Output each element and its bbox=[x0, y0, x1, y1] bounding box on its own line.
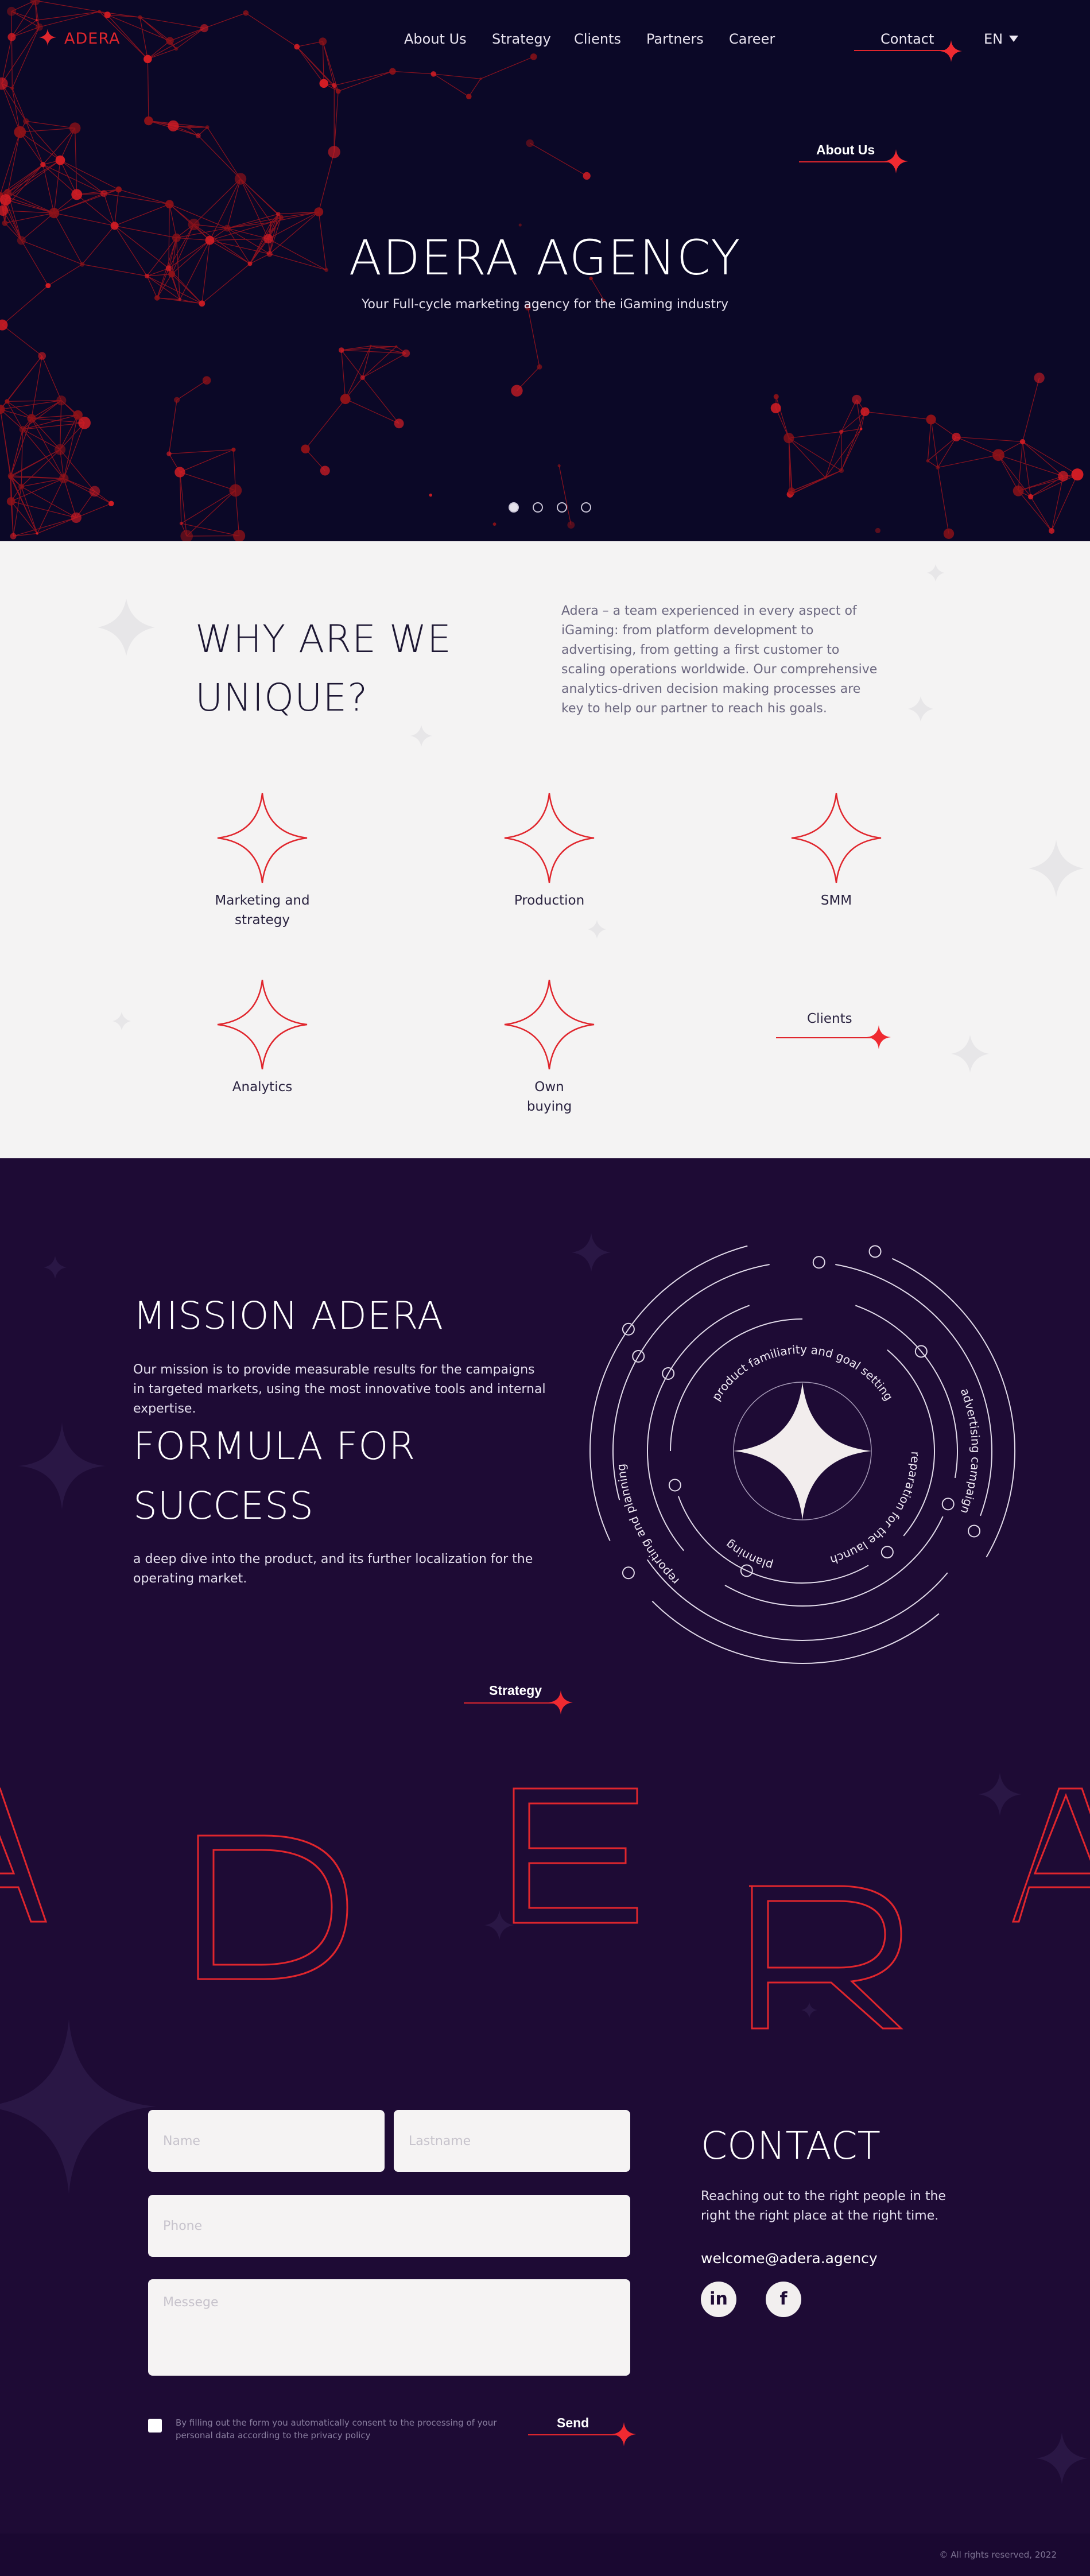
section-marker-line bbox=[776, 1037, 879, 1038]
formula-title-line1: FORMULA FOR bbox=[133, 1424, 416, 1468]
nav-career[interactable]: Career bbox=[729, 31, 775, 47]
contact-underline bbox=[854, 50, 951, 51]
consent-text: By filling out the form you automaticall… bbox=[176, 2418, 497, 2441]
lastname-input[interactable] bbox=[394, 2110, 630, 2172]
slider-dot-1[interactable] bbox=[509, 502, 519, 513]
section-marker-label: About Us bbox=[816, 142, 875, 157]
footer: © All rights reserved, 2022 bbox=[0, 2534, 1090, 2576]
formula-title: FORMULA FOR SUCCESS bbox=[133, 1417, 416, 1536]
copyright-text: © All rights reserved, 2022 bbox=[939, 2550, 1057, 2560]
letter-r bbox=[749, 1885, 903, 2030]
star-outline-icon bbox=[504, 979, 595, 1070]
slider-dot-4[interactable] bbox=[581, 502, 591, 513]
message-input[interactable] bbox=[148, 2279, 630, 2376]
mission-section: MISSION ADERA Our mission is to provide … bbox=[0, 1158, 1090, 2576]
letter-a-right bbox=[1011, 1787, 1090, 1923]
letter-a-left bbox=[0, 1787, 48, 1923]
service-own-buying[interactable]: Own buying bbox=[475, 979, 624, 1116]
nav-about-us[interactable]: About Us bbox=[404, 31, 467, 47]
hero-section: ADERA About Us Strategy Clients Partners… bbox=[0, 0, 1090, 541]
send-button[interactable]: Send bbox=[528, 2414, 649, 2449]
service-label: Analytics bbox=[232, 1080, 293, 1095]
why-title: WHY ARE WE UNIQUE? bbox=[195, 610, 452, 727]
service-production[interactable]: Production bbox=[475, 792, 624, 910]
formula-title-line2: SUCCESS bbox=[133, 1484, 314, 1528]
red-star-icon bbox=[940, 40, 962, 62]
star-outline-icon bbox=[504, 793, 595, 883]
contact-email-link[interactable]: welcome@adera.agency bbox=[701, 2250, 878, 2267]
mission-title: MISSION ADERA bbox=[133, 1294, 444, 1338]
logo[interactable]: ADERA bbox=[39, 25, 154, 51]
nav-clients[interactable]: Clients bbox=[574, 31, 621, 47]
service-smm[interactable]: SMM bbox=[762, 792, 911, 910]
cycle-step-planning: planning bbox=[723, 1538, 774, 1573]
language-label: EN bbox=[984, 31, 1003, 47]
red-star-icon bbox=[549, 1690, 573, 1714]
contact-title: CONTACT bbox=[701, 2124, 880, 2168]
caret-down-icon bbox=[1009, 36, 1018, 42]
formula-text: a deep dive into the product, and its fu… bbox=[133, 1552, 533, 1586]
section-marker-label: Clients bbox=[807, 1011, 852, 1026]
contact-nav-button[interactable]: Contact bbox=[854, 26, 969, 62]
consent-checkbox[interactable] bbox=[148, 2419, 162, 2433]
service-marketing[interactable]: Marketing and strategy bbox=[188, 792, 337, 930]
red-star-icon bbox=[612, 2422, 636, 2446]
section-marker-clients[interactable]: Clients bbox=[776, 1010, 897, 1049]
contact-text: Reaching out to the right people in the … bbox=[701, 2189, 946, 2223]
star-outline-icon bbox=[217, 793, 308, 883]
nav-partners[interactable]: Partners bbox=[646, 31, 704, 47]
why-title-line1: WHY ARE WE bbox=[195, 617, 452, 661]
section-marker-strategy[interactable]: Strategy bbox=[464, 1682, 584, 1716]
star-outline-icon bbox=[217, 979, 308, 1070]
service-analytics[interactable]: Analytics bbox=[188, 979, 337, 1097]
service-label: Production bbox=[514, 893, 585, 908]
center-star-icon bbox=[734, 1382, 871, 1520]
section-marker-about[interactable]: About Us bbox=[799, 141, 914, 176]
slider-dot-3[interactable] bbox=[557, 502, 567, 513]
hero-subtitle: Your Full-cycle marketing agency for the… bbox=[361, 297, 729, 312]
strategy-cycle-diagram: product familiarity and goal setting adv… bbox=[568, 1216, 1015, 1664]
slider-dot-2[interactable] bbox=[533, 502, 543, 513]
cycle-step-launch: preparation for the launch bbox=[568, 1216, 922, 1567]
letter-e bbox=[513, 1787, 638, 1924]
name-input[interactable] bbox=[148, 2110, 385, 2172]
linkedin-icon[interactable]: in bbox=[701, 2282, 736, 2317]
why-title-line2: UNIQUE? bbox=[195, 676, 368, 720]
letter-d bbox=[197, 1834, 348, 1980]
why-description: Adera – a team experienced in every aspe… bbox=[561, 604, 878, 716]
service-label: SMM bbox=[820, 893, 852, 908]
cycle-step-advertising: advertising campaign bbox=[958, 1386, 983, 1515]
logo-text: ADERA bbox=[64, 30, 121, 48]
phone-input[interactable] bbox=[148, 2195, 630, 2257]
why-unique-section: WHY ARE WE UNIQUE? Adera – a team experi… bbox=[0, 541, 1090, 1158]
service-label: Own buying bbox=[526, 1080, 572, 1114]
language-selector[interactable]: EN bbox=[984, 31, 1024, 48]
service-label: Marketing and strategy bbox=[215, 893, 310, 928]
logo-star-icon bbox=[39, 29, 56, 46]
contact-nav-label: Contact bbox=[880, 31, 934, 47]
nav-strategy[interactable]: Strategy bbox=[492, 31, 551, 47]
facebook-icon[interactable]: f bbox=[766, 2282, 801, 2317]
red-star-icon bbox=[884, 149, 908, 173]
mission-text: Our mission is to provide measurable res… bbox=[133, 1363, 546, 1416]
adera-letters bbox=[0, 1787, 1090, 2030]
hero-title: ADERA AGENCY bbox=[348, 230, 742, 286]
send-label: Send bbox=[557, 2415, 589, 2430]
section-marker-label: Strategy bbox=[489, 1683, 542, 1698]
star-outline-icon bbox=[791, 793, 882, 883]
red-star-icon bbox=[867, 1025, 891, 1049]
